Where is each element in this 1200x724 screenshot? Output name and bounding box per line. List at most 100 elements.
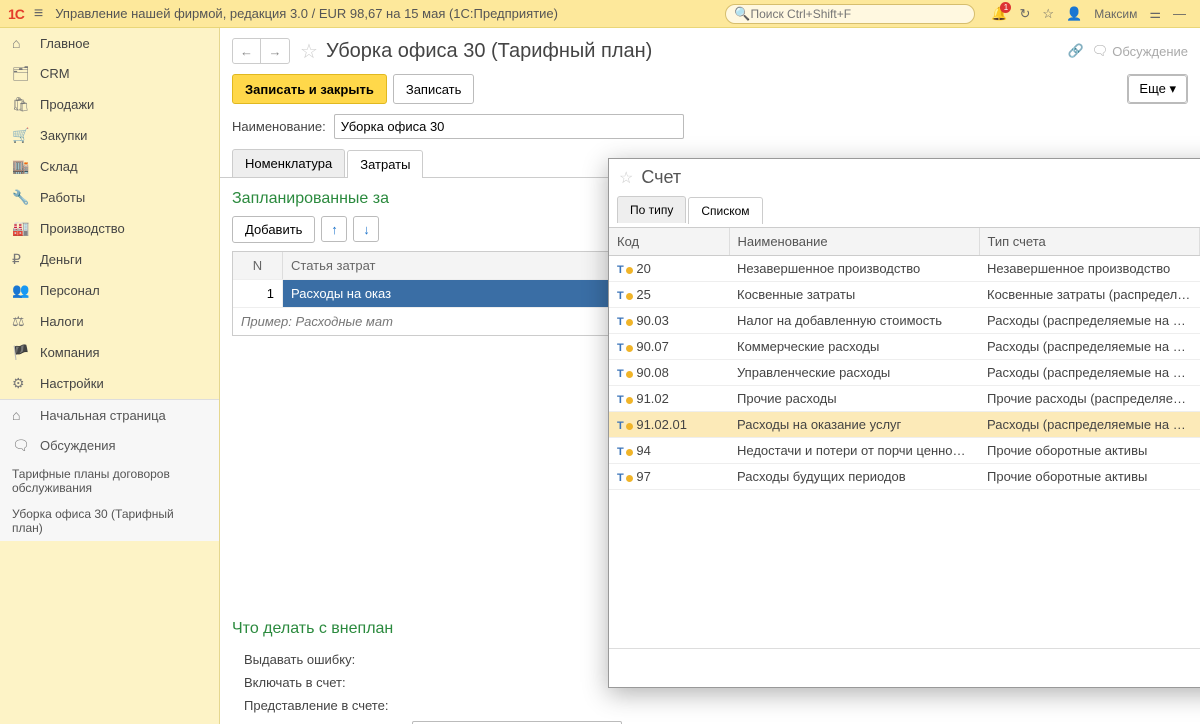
sidebar-item[interactable]: ₽Деньги [0, 244, 219, 275]
account-row[interactable]: T 94Недостачи и потери от порчи ценносте… [609, 438, 1200, 464]
nav-fwd[interactable]: → [261, 39, 289, 63]
sidebar-item[interactable]: ⚖Налоги [0, 306, 219, 337]
sidebar-icon: ⚙ [12, 375, 32, 392]
nav-arrows: ← → [232, 38, 290, 64]
open-tab-item[interactable]: Уборка офиса 30 (Тарифный план) [0, 501, 219, 541]
search-icon: 🔍 [734, 6, 750, 22]
page-title: Уборка офиса 30 (Тарифный план) [326, 40, 652, 63]
sidebar-label: Главное [40, 36, 90, 51]
col-code: Код [609, 228, 729, 256]
sidebar-icon: 👥 [12, 282, 32, 299]
tab-nomenclature[interactable]: Номенклатура [232, 149, 345, 177]
save-close-button[interactable]: Записать и закрыть [232, 74, 387, 104]
main: ← → ☆ Уборка офиса 30 (Тарифный план) 🔗 … [220, 28, 1200, 724]
menu-icon[interactable]: ≡ [34, 5, 43, 23]
more-button[interactable]: Еще ▾ [1128, 75, 1187, 103]
sidebar-item[interactable]: ⚙ Настройки [0, 368, 219, 399]
account-row[interactable]: T 91.02.01Расходы на оказание услугРасхо… [609, 412, 1200, 438]
account-row[interactable]: T 90.07Коммерческие расходыРасходы (расп… [609, 334, 1200, 360]
star-icon[interactable]: ☆ [1042, 6, 1054, 22]
popup-star-icon[interactable]: ☆ [619, 168, 633, 188]
account-row[interactable]: T 25Косвенные затратыКосвенные затраты (… [609, 282, 1200, 308]
name-input[interactable] [334, 114, 684, 139]
sidebar-icon: ₽ [12, 251, 32, 268]
sidebar-label: CRM [40, 66, 70, 81]
logo-1c: 1C [8, 6, 24, 22]
sidebar-label: Персонал [40, 283, 100, 298]
account-row[interactable]: T 90.03Налог на добавленную стоимостьРас… [609, 308, 1200, 334]
search-input[interactable] [750, 7, 966, 21]
account-row[interactable]: T 20Незавершенное производствоНезавершен… [609, 256, 1200, 282]
col-type: Тип счета [979, 228, 1199, 256]
account-icon: T [617, 394, 633, 406]
sidebar-icon: ⚖ [12, 313, 32, 330]
open-tab-item[interactable]: Тарифные планы договоров обслуживания [0, 461, 219, 501]
sidebar-icon: ⌂ [12, 35, 32, 51]
user-icon[interactable]: 👤 [1066, 6, 1082, 22]
sidebar-item[interactable]: 🛍 Продажи [0, 89, 219, 120]
col-n: N [233, 252, 283, 279]
history-icon[interactable]: ↻ [1019, 6, 1030, 22]
account-icon: T [617, 368, 633, 380]
sidebar-label: Компания [40, 345, 100, 360]
throw-error-label: Выдавать ошибку: [244, 652, 404, 667]
sidebar-label: Продажи [40, 97, 94, 112]
bell-badge: 1 [1000, 2, 1011, 13]
sidebar-item[interactable]: ⌂ Главное [0, 28, 219, 58]
sidebar-icon: 🗂 [12, 65, 32, 82]
app-title: Управление нашей фирмой, редакция 3.0 / … [55, 6, 558, 21]
filter-icon[interactable]: ⚌ [1149, 6, 1161, 22]
minimize-icon[interactable]: — [1173, 6, 1186, 21]
link-icon[interactable]: 🔗 [1068, 43, 1084, 59]
account-icon: T [617, 342, 633, 354]
sidebar-sub-item[interactable]: ⌂Начальная страница [0, 400, 219, 430]
sidebar-label: Работы [40, 190, 85, 205]
name-label: Наименование: [232, 119, 326, 134]
account-icon: T [617, 264, 633, 276]
sidebar-icon: 🛒 [12, 127, 32, 144]
popup-title: Счет [641, 167, 681, 188]
popup-tab-bytype[interactable]: По типу [617, 196, 686, 223]
move-up-button[interactable]: ↑ [321, 216, 347, 242]
user-name: Максим [1094, 7, 1137, 21]
bell-icon[interactable]: 🔔1 [991, 6, 1007, 22]
tab-costs[interactable]: Затраты [347, 150, 423, 178]
sidebar-item[interactable]: 🛒 Закупки [0, 120, 219, 151]
save-button[interactable]: Записать [393, 74, 475, 104]
account-row[interactable]: T 91.02Прочие расходыПрочие расходы (рас… [609, 386, 1200, 412]
sidebar-item[interactable]: 🏴Компания [0, 337, 219, 368]
nav-back[interactable]: ← [233, 39, 261, 63]
sidebar: ⌂ Главное 🗂 CRM 🛍 Продажи 🛒 Закупки 🏬 Склад 🔧 Работ… [0, 28, 220, 724]
search-box[interactable]: 🔍 [725, 4, 975, 24]
sidebar-item[interactable]: 🏭 Производство [0, 213, 219, 244]
col-name: Наименование [729, 228, 979, 256]
include-bill-label: Включать в счет: [244, 675, 404, 690]
move-down-button[interactable]: ↓ [353, 216, 379, 242]
account-row[interactable]: T 97Расходы будущих периодовПрочие оборо… [609, 464, 1200, 490]
sidebar-icon: 🛍 [12, 96, 32, 113]
account-icon: T [617, 316, 633, 328]
popup-tab-list[interactable]: Списком [688, 197, 762, 224]
account-icon: T [617, 446, 633, 458]
account-icon: T [617, 420, 633, 432]
sidebar-icon: 🏬 [12, 158, 32, 175]
sidebar-icon: 🏭 [12, 220, 32, 237]
sidebar-item[interactable]: 🏬 Склад [0, 151, 219, 182]
account-row[interactable]: T 90.08Управленческие расходыРасходы (ра… [609, 360, 1200, 386]
account-icon: T [617, 290, 633, 302]
sidebar-label: Производство [40, 221, 125, 236]
sidebar-label: Склад [40, 159, 78, 174]
discuss-link[interactable]: 🗨 Обсуждение [1092, 43, 1188, 59]
sidebar-sub-item[interactable]: 🗨Обсуждения [0, 430, 219, 461]
accounts-table: Код Наименование Тип счета Акт. Вал. T 2… [609, 228, 1200, 490]
sidebar-label: Закупки [40, 128, 87, 143]
sidebar-icon: 🔧 [12, 189, 32, 206]
add-button[interactable]: Добавить [232, 216, 315, 243]
sidebar-label: Настройки [40, 376, 104, 391]
account-icon: T [617, 472, 633, 484]
sidebar-item[interactable]: 🗂 CRM [0, 58, 219, 89]
account-popup: ☆ Счет 🔗 ⋮ ▢ ✕ По типу Списком Код Наиме… [608, 158, 1200, 688]
sidebar-item[interactable]: 👥 Персонал [0, 275, 219, 306]
favorite-icon[interactable]: ☆ [300, 39, 318, 64]
sidebar-item[interactable]: 🔧 Работы [0, 182, 219, 213]
